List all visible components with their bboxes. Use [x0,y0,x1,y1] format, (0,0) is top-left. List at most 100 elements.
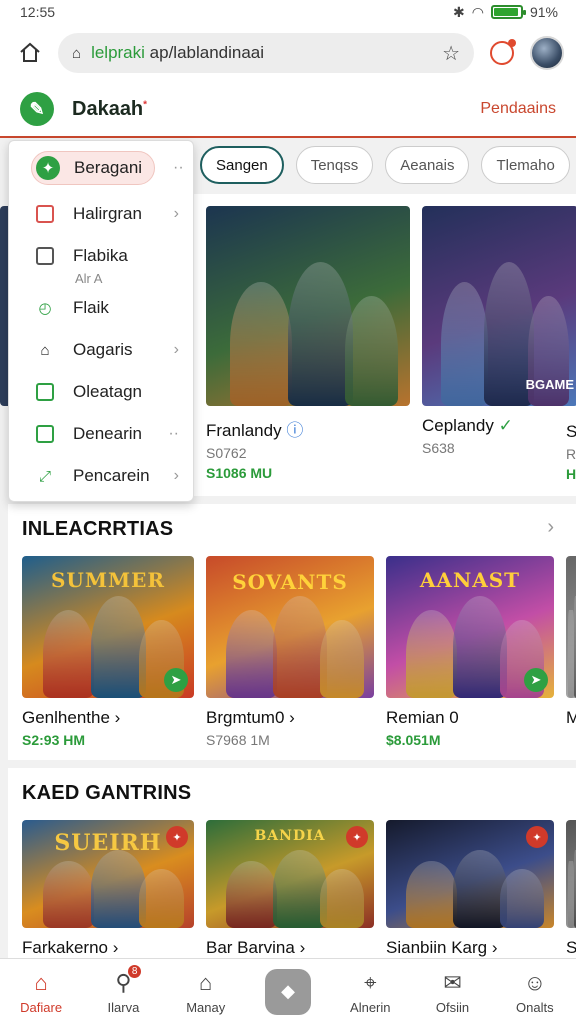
menu-item[interactable]: ◴ Flaik [9,287,193,329]
bottom-navigation: ⌂ Dafiare ⚲ 8 Ilarva ⌂ Manay ◆ ⌖ Alnerin … [0,958,576,1024]
doc-icon [33,244,57,268]
chat-icon: ✉ [443,969,462,995]
character-figure [453,595,507,698]
bookmark-star-icon[interactable]: ☆ [442,41,460,66]
chevron-right-icon: › [112,938,119,957]
check-square-icon [33,422,57,446]
menu-item-label: Oagaris [73,340,133,359]
status-bar: 12:55 ✱ ◠ 91% [0,0,576,24]
menu-item-label: Oleatagn [73,382,142,401]
character-figure [273,595,327,698]
sync-button[interactable] [484,35,520,71]
menu-item[interactable]: Oleatagn [9,371,193,413]
featured-card[interactable]: BGAME Ceplandy ✓ S638 [422,206,576,456]
game-card-partial[interactable]: M [566,556,576,728]
brand-mark: * [143,98,148,110]
character-figure [273,850,327,928]
menu-item[interactable]: ✦ Beragani ·· [31,151,184,185]
screen: 12:55 ✱ ◠ 91% ⌂ lelpraki ap/lablandinaai… [0,0,576,1024]
card-sub: S0762 [206,445,247,461]
battery-icon [490,5,526,19]
menu-item[interactable]: ⌂ Oagaris › [9,329,193,371]
game-thumbnail: BGAME [422,206,576,406]
dropdown-menu: ✦ Beragani ·· Halirgran › Flabika Alr A … [8,140,194,502]
card-title-text: Ceplandy [422,416,494,435]
nav-item-library[interactable]: ⌂ Manay [166,969,246,1015]
featured-card[interactable]: Franlandy ⓘ S0762 S1086 MU [206,206,410,481]
card-sub: S638 [422,440,455,456]
menu-item[interactable]: Denearin ·· [9,413,193,455]
address-bar[interactable]: ⌂ lelpraki ap/lablandinaai ☆ [58,33,474,73]
chevron-right-icon: › [114,708,121,727]
game-thumbnail [566,556,576,698]
game-thumbnail [566,820,576,928]
character-figure [440,282,488,406]
nav-item-map[interactable]: ⌖ Alnerin [330,969,410,1015]
game-thumbnail: SUMMER ➤ [22,556,194,698]
badge-icon: ✦ [166,826,188,848]
brand-name: Dakaah* [72,98,147,121]
chevron-right-icon: › [299,938,306,957]
compass-icon: ✦ [36,156,60,180]
person-icon: ☺ [523,969,547,995]
character-figure [226,861,277,928]
publisher-logo: BGAME [525,377,574,392]
url-text: lelpraki ap/lablandinaai [91,43,432,63]
nav-item-chat[interactable]: ✉ Ofsiin [413,969,493,1015]
menu-sub-label: Alr A [75,271,103,286]
game-card[interactable]: SUMMER ➤ Genlhenthe › S2:93 HM [22,556,194,748]
app-header: ✎ Dakaah* Pendaains [0,82,576,138]
menu-item[interactable]: ⤢ Pencarein › [9,455,193,497]
game-card-partial[interactable]: S [566,820,576,958]
section-title: INLEACRRTIAS [22,518,174,540]
sync-icon [490,39,516,65]
square-icon [33,202,57,226]
menu-item-label: Denearin [73,424,142,443]
card-price: S7968 1M [206,732,270,748]
chip[interactable]: Aeanais [385,146,470,184]
nav-item-home[interactable]: ⌂ Dafiare [1,969,81,1015]
house-icon: ⌂ [199,969,213,995]
badge-icon: ✦ [526,826,548,848]
game-card[interactable]: BANDIA ✦ Bar Barvina › [206,820,374,958]
chevron-right-icon: › [289,708,295,727]
game-card[interactable]: SOVANTS Brgmtum0 › S7968 1M [206,556,374,748]
game-logo-text: SOVANTS [232,570,348,594]
battery-percent: 91% [529,4,558,20]
chevron-right-icon: › [491,938,498,957]
nav-item-search[interactable]: ⚲ 8 Ilarva [83,964,163,1015]
character-figure [320,868,364,928]
info-icon: ⓘ [286,421,304,440]
chip[interactable]: Sangen [200,146,284,184]
card-title: Franlandy ⓘ [206,416,410,441]
nav-item-profile[interactable]: ☺ Onalts [495,969,575,1015]
avatar[interactable] [530,36,564,70]
character-figure [344,296,398,406]
chip[interactable]: Tenqss [295,146,374,184]
chevron-right-icon[interactable]: › [547,516,554,539]
card-title: S [566,938,576,957]
nav-label: Dafiare [20,999,63,1015]
nav-label: Ofsiin [435,999,470,1015]
home-button[interactable] [12,35,48,71]
chevron-right-icon: › [173,205,179,222]
featured-card-partial[interactable]: S R H [566,412,576,482]
game-card[interactable]: ✦ Sianbiin Karg › [386,820,554,958]
game-card[interactable]: SUEIRH ✦ Farkakerno › [22,820,194,958]
bluetooth-icon: ✱ [453,3,465,20]
chip[interactable]: Tlemaho [481,146,570,184]
character-figure [406,609,457,698]
character-figure [230,282,292,406]
card-title-text: Genlhenthe [22,708,110,727]
nav-item-center[interactable]: ◆ [248,968,328,1015]
brand-logo-icon[interactable]: ✎ [20,92,54,126]
card-title: S [566,422,576,441]
header-link[interactable]: Pendaains [480,100,556,118]
games-section: KAED GANTRINS SUEIRH ✦ Farkakerno › BANDI… [8,768,576,958]
card-price: S2:93 HM [22,732,86,748]
game-card[interactable]: AANAST ➤ Remian 0 $8.051M [386,556,554,748]
character-figure [287,262,353,406]
card-sub: R [566,446,576,462]
menu-item[interactable]: Halirgran › [9,193,193,235]
chevron-right-icon: › [173,467,179,484]
